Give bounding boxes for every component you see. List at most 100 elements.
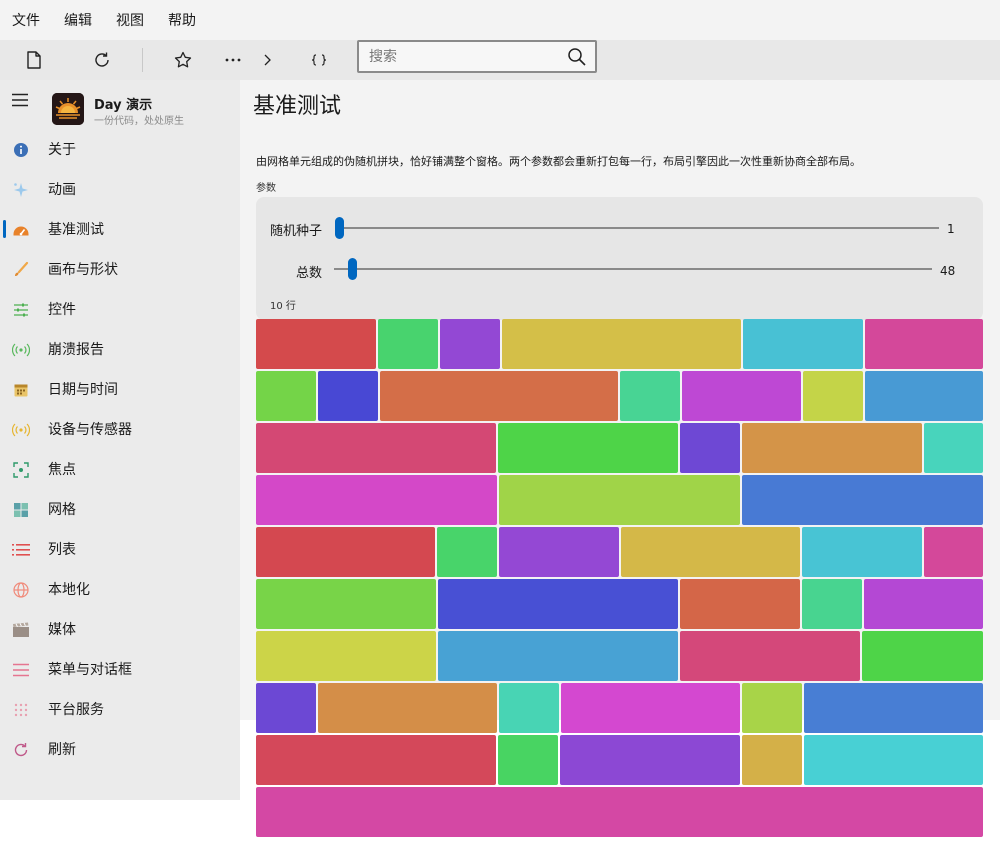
sidebar-item-media[interactable]: 媒体 xyxy=(0,609,240,649)
sidebar-item-grid[interactable]: 网格 xyxy=(0,489,240,529)
mosaic-tile xyxy=(804,683,983,733)
mosaic-tile xyxy=(924,527,983,577)
sidebar-item-platform-services[interactable]: 平台服务 xyxy=(0,689,240,729)
mosaic-row xyxy=(256,371,983,421)
search-input[interactable] xyxy=(359,42,559,71)
sidebar-item-controls[interactable]: 控件 xyxy=(0,289,240,329)
search-box[interactable] xyxy=(357,40,597,73)
sensor-icon xyxy=(12,421,30,439)
more-icon[interactable] xyxy=(219,40,247,80)
sidebar-item-crash-reports[interactable]: 崩溃报告 xyxy=(0,329,240,369)
braces-icon[interactable] xyxy=(305,40,333,80)
mosaic-row xyxy=(256,319,983,369)
sidebar-item-menus-dialogs[interactable]: 菜单与对话框 xyxy=(0,649,240,689)
menu-bar: 文件 编辑 视图 帮助 xyxy=(0,0,1000,40)
info-icon xyxy=(12,141,30,159)
mosaic-tile xyxy=(865,319,983,369)
mosaic-row xyxy=(256,631,983,681)
grid-icon xyxy=(12,501,30,519)
count-label: 总数 xyxy=(296,266,323,281)
brush-icon xyxy=(12,261,30,279)
mosaic-tile xyxy=(742,475,983,525)
mosaic-tile xyxy=(437,527,497,577)
sidebar-item-localization[interactable]: 本地化 xyxy=(0,569,240,609)
menu-file[interactable]: 文件 xyxy=(12,10,40,30)
mosaic-tile xyxy=(498,735,558,785)
refresh-icon[interactable] xyxy=(88,40,116,80)
count-value: 48 xyxy=(940,264,956,278)
sliders-icon xyxy=(12,301,30,319)
mosaic-tile xyxy=(438,579,678,629)
mosaic-tile xyxy=(499,475,740,525)
sidebar-item-list[interactable]: 列表 xyxy=(0,529,240,569)
app-title: Day 演示 xyxy=(94,98,153,113)
mosaic-row xyxy=(256,475,983,525)
mosaic-row xyxy=(256,423,983,473)
mosaic-tile xyxy=(743,319,863,369)
mosaic-tile xyxy=(378,319,438,369)
sidebar-item-animation[interactable]: 动画 xyxy=(0,169,240,209)
globe-icon xyxy=(12,581,30,599)
menu-lines-icon xyxy=(12,661,30,679)
toolbar xyxy=(0,40,1000,80)
mosaic-tile xyxy=(682,371,801,421)
mosaic-tile xyxy=(256,735,496,785)
slider-track xyxy=(334,268,932,270)
mosaic-grid xyxy=(256,319,983,839)
seed-slider[interactable] xyxy=(335,216,939,240)
star-icon[interactable] xyxy=(169,40,197,80)
clapperboard-icon xyxy=(12,621,30,639)
menu-view[interactable]: 视图 xyxy=(116,10,144,30)
mosaic-tile xyxy=(680,631,860,681)
new-document-icon[interactable] xyxy=(20,40,48,80)
mosaic-row xyxy=(256,683,983,733)
dots-grid-icon xyxy=(12,701,30,719)
mosaic-tile xyxy=(256,631,436,681)
page-description: 由网格单元组成的伪随机拼块，恰好铺满整个窗格。两个参数都会重新打包每一行，布局引… xyxy=(256,155,861,168)
mosaic-tile xyxy=(498,423,678,473)
rows-count-label: 10 行 xyxy=(270,301,296,312)
hamburger-menu-icon[interactable] xyxy=(12,92,28,111)
count-slider[interactable] xyxy=(334,257,932,281)
slider-thumb[interactable] xyxy=(335,217,344,239)
chevron-right-icon[interactable] xyxy=(256,40,278,80)
mosaic-tile xyxy=(256,527,435,577)
sidebar-item-date-time[interactable]: 日期与时间 xyxy=(0,369,240,409)
refresh-icon xyxy=(12,741,30,759)
sidebar-item-devices-sensors[interactable]: 设备与传感器 xyxy=(0,409,240,449)
mosaic-tile xyxy=(256,423,496,473)
mosaic-tile xyxy=(924,423,983,473)
slider-thumb[interactable] xyxy=(347,258,357,280)
sidebar-nav: 关于 动画 基准测试 画布与形状 控件 崩溃报告 日期与时间 设备与传感器 焦点… xyxy=(0,129,240,769)
menu-help[interactable]: 帮助 xyxy=(168,10,196,30)
mosaic-tile xyxy=(864,579,983,629)
mosaic-tile xyxy=(318,683,497,733)
focus-icon xyxy=(12,461,30,479)
mosaic-tile xyxy=(621,527,800,577)
seed-value: 1 xyxy=(947,222,955,236)
mosaic-tile xyxy=(742,735,802,785)
app-subtitle: 一份代码，处处原生 xyxy=(94,116,184,127)
toolbar-separator xyxy=(142,48,143,72)
mosaic-tile xyxy=(680,579,800,629)
sidebar-item-canvas-shapes[interactable]: 画布与形状 xyxy=(0,249,240,289)
search-icon[interactable] xyxy=(559,42,595,71)
sidebar: Day 演示 一份代码，处处原生 关于 动画 基准测试 画布与形状 控件 崩溃报… xyxy=(0,80,240,800)
mosaic-tile xyxy=(256,371,316,421)
mosaic-tile xyxy=(438,631,678,681)
sidebar-item-about[interactable]: 关于 xyxy=(0,129,240,169)
mosaic-tile xyxy=(380,371,618,421)
mosaic-tile xyxy=(256,579,436,629)
slider-track xyxy=(339,227,939,229)
mosaic-tile xyxy=(499,683,559,733)
mosaic-tile xyxy=(862,631,983,681)
mosaic-tile xyxy=(318,371,378,421)
mosaic-tile xyxy=(560,735,740,785)
mosaic-tile xyxy=(620,371,680,421)
sidebar-item-refresh[interactable]: 刷新 xyxy=(0,729,240,769)
sidebar-item-focus[interactable]: 焦点 xyxy=(0,449,240,489)
list-icon xyxy=(12,541,30,559)
sidebar-item-benchmark[interactable]: 基准测试 xyxy=(0,209,240,249)
menu-edit[interactable]: 编辑 xyxy=(64,10,92,30)
params-section-label: 参数 xyxy=(256,183,276,194)
